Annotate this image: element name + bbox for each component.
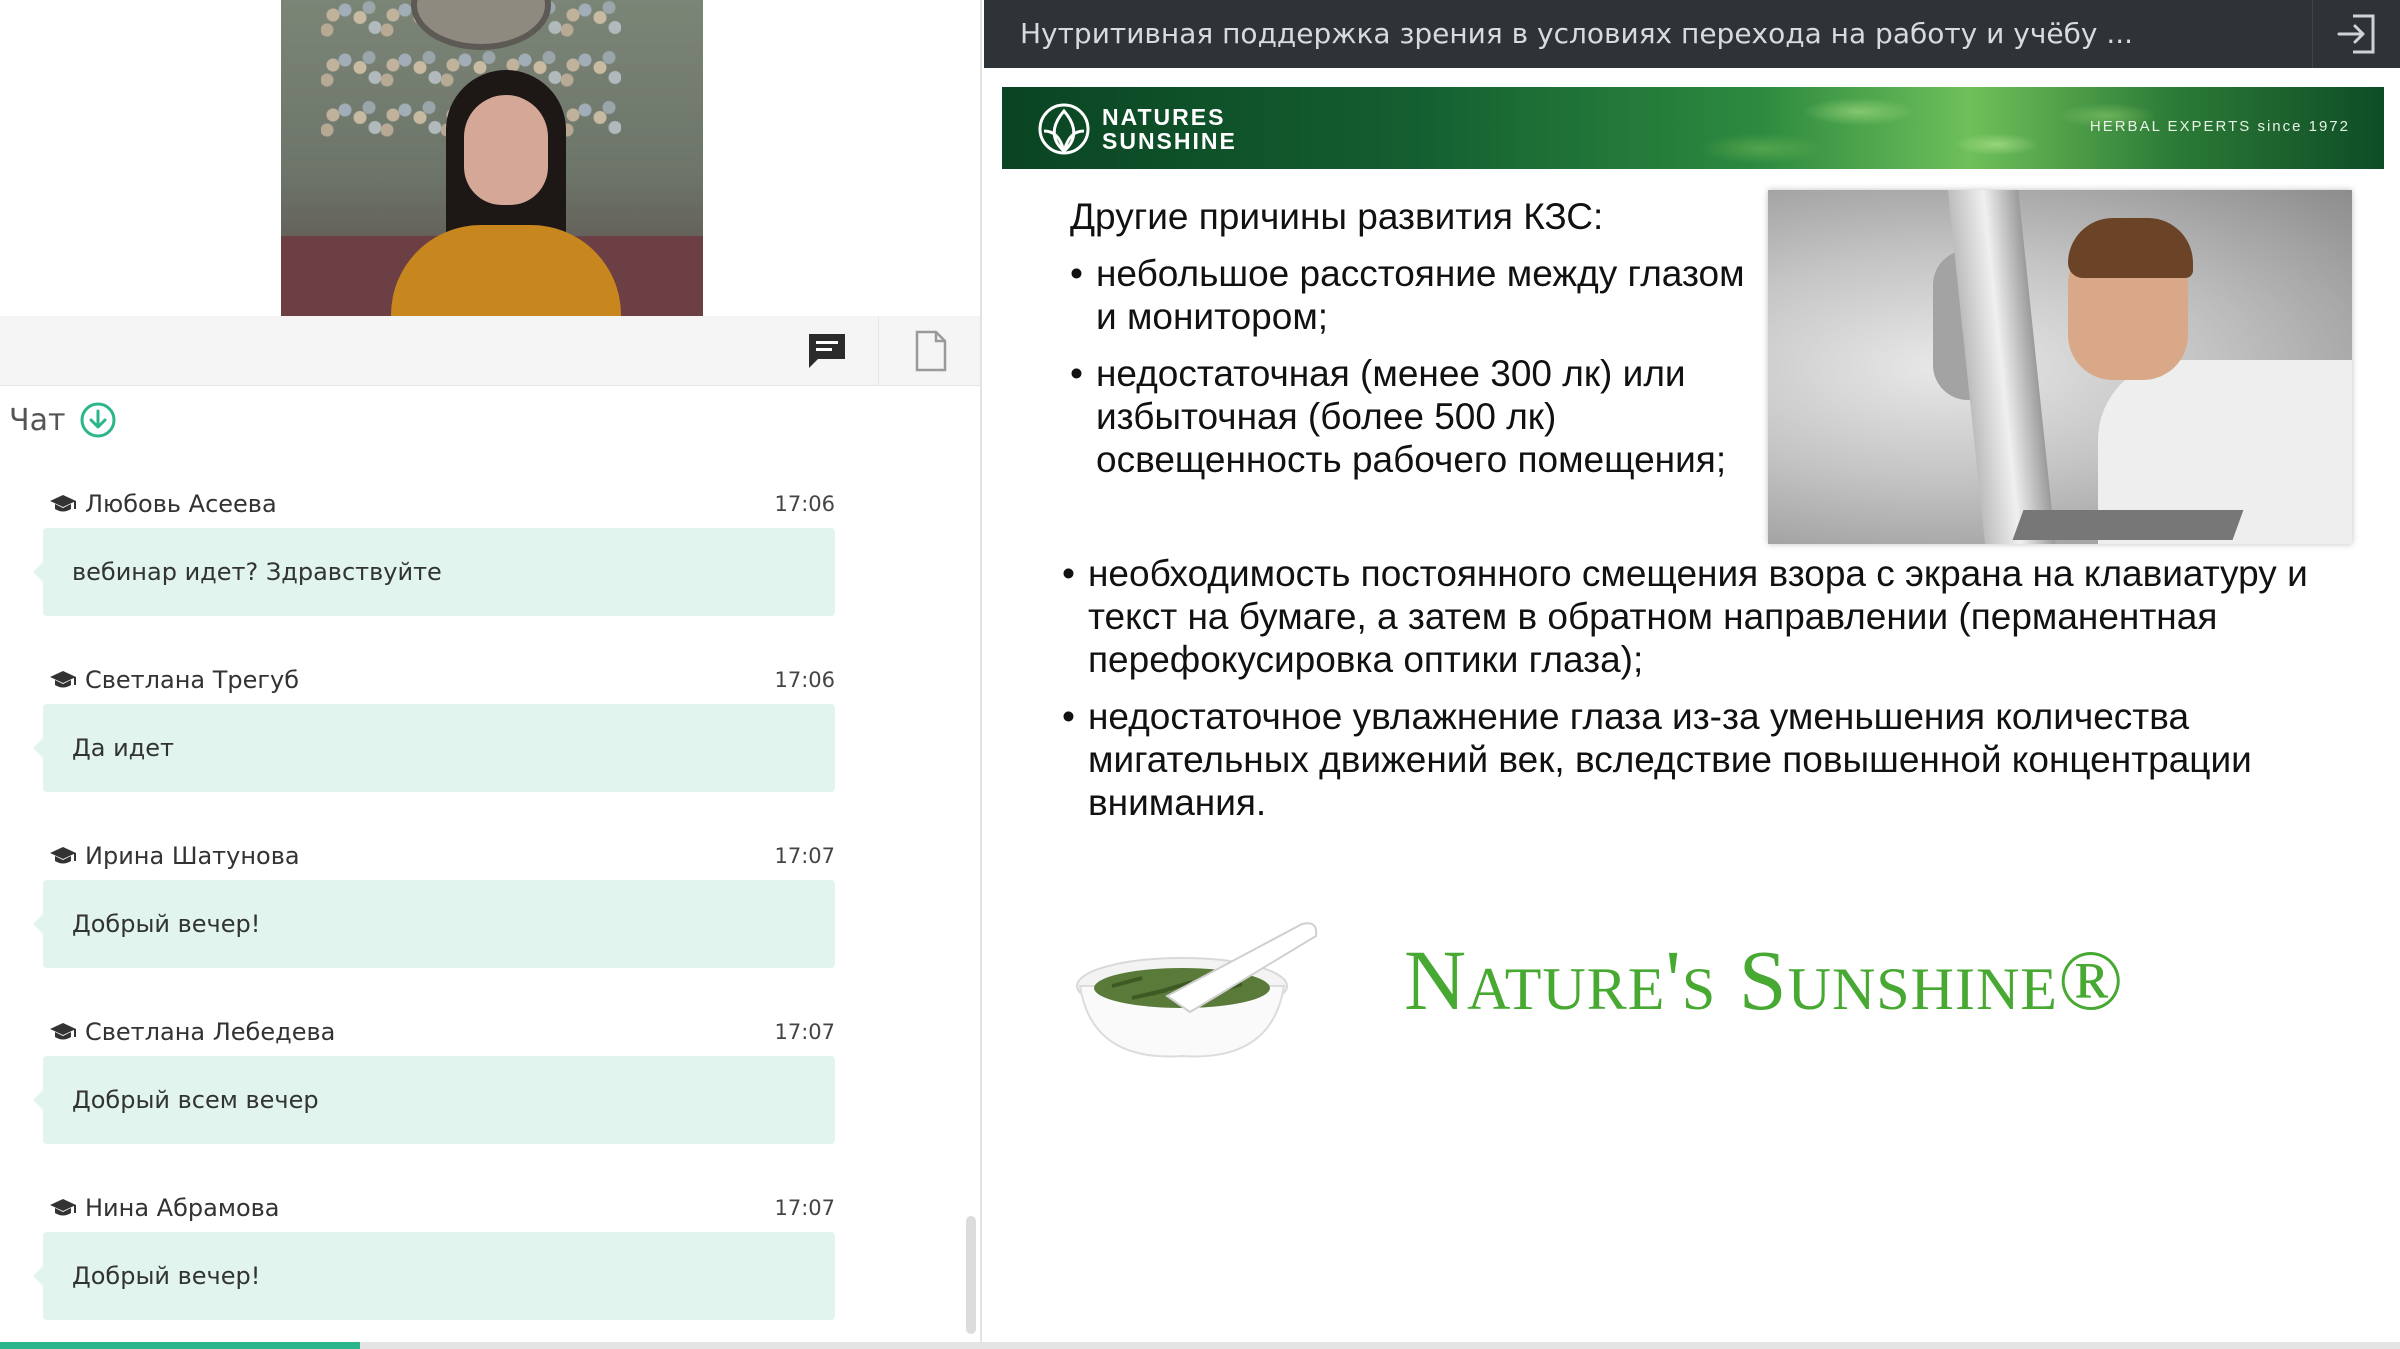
chat-author-name: Ирина Шатунова — [85, 842, 300, 870]
presenter-face — [464, 95, 548, 205]
chat-scrollbar[interactable] — [966, 1216, 976, 1334]
chat-message-meta: Светлана Трегуб 17:06 — [43, 662, 835, 698]
chat-message: Светлана Трегуб 17:06 Да идет — [33, 662, 835, 792]
chat-message-time: 17:07 — [774, 844, 835, 868]
photo-hair — [2068, 218, 2193, 278]
chat-message-time: 17:07 — [774, 1020, 835, 1044]
banner-brand: NATURES SUNSHINE — [1036, 101, 1237, 157]
photo-keyboard — [2012, 510, 2244, 540]
brand-logo-text: Nature's Sunshine® — [1404, 932, 2125, 1028]
chat-message: Светлана Лебедева 17:07 Добрый всем вече… — [33, 1014, 835, 1144]
webinar-top-bar: Нутритивная поддержка зрения в условиях … — [984, 0, 2400, 68]
banner-brand-name: NATURES SUNSHINE — [1102, 105, 1237, 153]
graduation-cap-icon — [50, 671, 76, 688]
slide-bullet: необходимость постоянного смещения взора… — [1062, 552, 2382, 681]
chat-author: Ирина Шатунова — [43, 842, 300, 870]
slide-bullets-top: небольшое расстояние между глазом и мони… — [1070, 252, 1770, 495]
chat-message: Нина Абрамова 17:07 Добрый вечер! — [33, 1190, 835, 1320]
chat-message-bubble: Добрый вечер! — [33, 1232, 835, 1320]
chat-bubble-icon — [809, 334, 845, 368]
chat-message-bubble: Добрый вечер! — [33, 880, 835, 968]
mortar-pestle-image — [1076, 922, 1318, 1058]
graduation-cap-icon — [50, 495, 76, 512]
chat-message-time: 17:06 — [774, 492, 835, 516]
slide-photo — [1768, 190, 2352, 544]
chat-message-meta: Ирина Шатунова 17:07 — [43, 838, 835, 874]
banner-brand-line1: NATURES — [1102, 104, 1226, 130]
banner-tagline: HERBAL EXPERTS since 1972 — [2089, 118, 2350, 135]
chat-message-meta: Нина Абрамова 17:07 — [43, 1190, 835, 1226]
chat-author: Любовь Асеева — [43, 490, 277, 518]
chat-message-bubble: вебинар идет? Здравствуйте — [33, 528, 835, 616]
graduation-cap-icon — [50, 847, 76, 864]
document-icon — [915, 330, 946, 372]
chat-title: Чат — [9, 402, 66, 438]
webinar-title: Нутритивная поддержка зрения в условиях … — [1020, 17, 2134, 50]
presenter-video — [281, 0, 703, 316]
slide-bullet: небольшое расстояние между глазом и мони… — [1070, 252, 1770, 338]
chat-message-meta: Любовь Асеева 17:06 — [43, 486, 835, 522]
slide-bullet: недостаточное увлажнение глаза из-за уме… — [1062, 695, 2382, 824]
chat-author-name: Нина Абрамова — [85, 1194, 280, 1222]
tab-documents[interactable] — [878, 316, 982, 386]
exit-button[interactable] — [2312, 0, 2400, 68]
presentation-slide: NATURES SUNSHINE HERBAL EXPERTS since 19… — [984, 68, 2400, 1342]
chat-message-bubble: Да идет — [33, 704, 835, 792]
chat-header: Чат — [9, 400, 117, 440]
download-circle-icon[interactable] — [79, 401, 117, 439]
sunshine-leaf-logo-icon — [1038, 103, 1090, 155]
chat-author-name: Любовь Асеева — [85, 490, 277, 518]
slide-bullet: недостаточная (менее 300 лк) или избыточ… — [1070, 352, 1770, 481]
chat-message-meta: Светлана Лебедева 17:07 — [43, 1014, 835, 1050]
chat-message-bubble: Добрый всем вечер — [33, 1056, 835, 1144]
chat-author: Светлана Лебедева — [43, 1018, 335, 1046]
left-panel: Чат Любовь Асеева 17:06 вебинар идет? Зд… — [0, 0, 982, 1349]
chat-message: Ирина Шатунова 17:07 Добрый вечер! — [33, 838, 835, 968]
chat-author: Нина Абрамова — [43, 1194, 279, 1222]
slide-banner: NATURES SUNSHINE HERBAL EXPERTS since 19… — [1002, 87, 2384, 169]
chat-author-name: Светлана Лебедева — [85, 1018, 336, 1046]
chat-message-time: 17:06 — [774, 668, 835, 692]
playback-progress-bar[interactable] — [0, 1342, 2400, 1349]
graduation-cap-icon — [50, 1199, 76, 1216]
playback-progress-fill — [0, 1342, 360, 1349]
graduation-cap-icon — [50, 1023, 76, 1040]
chat-message: Любовь Асеева 17:06 вебинар идет? Здравс… — [33, 486, 835, 616]
slide-heading: Другие причины развития КЗС: — [1070, 196, 1604, 237]
chat-author: Светлана Трегуб — [43, 666, 299, 694]
panel-tabs — [0, 316, 980, 386]
chat-author-name: Светлана Трегуб — [85, 666, 299, 694]
tab-chat[interactable] — [775, 316, 879, 386]
exit-icon — [2337, 14, 2374, 54]
banner-brand-line2: SUNSHINE — [1102, 128, 1237, 154]
slide-bullets-bottom: необходимость постоянного смещения взора… — [1062, 552, 2382, 838]
chat-message-time: 17:07 — [774, 1196, 835, 1220]
